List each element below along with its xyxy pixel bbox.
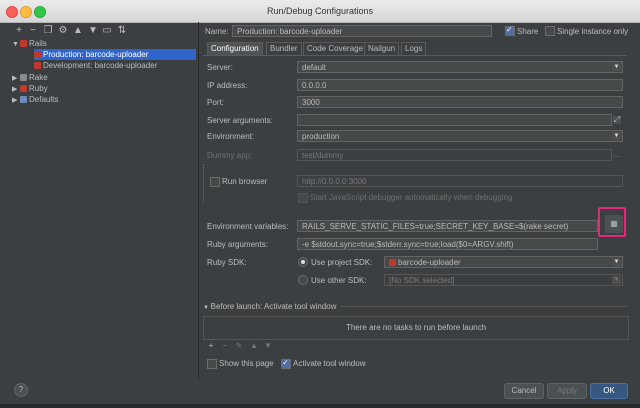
use-other-sdk-radio[interactable] — [298, 275, 308, 285]
expand-icon[interactable]: ⤢ — [613, 116, 621, 124]
run-browser-label: Run browser — [222, 177, 268, 186]
tab-nailgun[interactable]: Nailgun — [364, 42, 400, 55]
share-checkbox[interactable]: ✓ — [505, 25, 515, 36]
tab-underline — [203, 55, 627, 56]
tree-item-ruby[interactable]: ▶ Ruby — [12, 83, 48, 94]
port-field[interactable]: 3000 — [297, 96, 623, 108]
ruby-sdk-label: Ruby SDK: — [207, 258, 247, 267]
use-other-sdk-label: Use other SDK: — [311, 276, 367, 285]
dummy-app-field: test/dummy — [297, 149, 612, 161]
configuration-tree: ▼ Rails Production: barcode-uploader Deve… — [12, 36, 196, 326]
tree-item-label: Defaults — [29, 95, 59, 104]
chevron-down-icon[interactable]: ▼ — [12, 39, 20, 50]
edit-icon: ✎ — [235, 341, 243, 350]
ruby-icon — [20, 85, 27, 92]
chevron-down-icon: ▼ — [612, 132, 621, 140]
project-sdk-select[interactable]: barcode-uploader ▼ — [384, 256, 623, 268]
before-launch-title[interactable]: ▼ Before launch: Activate tool window — [203, 302, 336, 311]
apply-button[interactable]: Apply — [547, 383, 587, 399]
tree-item-rails[interactable]: ▼ Rails — [12, 38, 47, 49]
chevron-down-icon: ▼ — [203, 305, 211, 311]
browse-icon: … — [613, 150, 621, 159]
run-browser-url-field: http://0.0.0.0:3000 — [297, 175, 623, 187]
name-field[interactable]: Production: barcode-uploader — [232, 25, 492, 37]
tab-logs[interactable]: Logs — [401, 42, 427, 55]
tree-item-defaults[interactable]: ▶ Defaults — [12, 94, 58, 105]
before-launch-title-text: Before launch: Activate tool window — [210, 302, 337, 311]
ruby-icon — [389, 259, 396, 266]
show-page-checkbox[interactable] — [207, 359, 217, 369]
environment-value: production — [302, 132, 340, 141]
tree-item-label: Rake — [29, 73, 48, 82]
activate-tool-label: Activate tool window — [293, 359, 366, 368]
rails-icon — [34, 62, 41, 69]
tab-bundler[interactable]: Bundler — [266, 42, 302, 55]
run-browser-checkbox[interactable] — [210, 177, 220, 187]
window-title: Run/Debug Configurations — [266, 6, 374, 16]
server-select[interactable]: default ▼ — [297, 61, 623, 73]
use-project-sdk-radio[interactable] — [298, 257, 308, 267]
chevron-down-icon: ▼ — [612, 63, 621, 71]
ruby-args-field[interactable]: -e $stdout.sync=true;$stderr.sync=true;l… — [297, 238, 598, 250]
environment-label: Environment: — [207, 132, 255, 141]
tab-configuration[interactable]: Configuration — [207, 42, 263, 55]
highlight-box — [598, 207, 626, 237]
splitter[interactable] — [198, 22, 199, 380]
name-label: Name: — [205, 27, 229, 36]
single-instance-label: Single instance only — [557, 27, 629, 36]
tree-item-development[interactable]: Development: barcode-uploader — [34, 60, 157, 71]
tree-item-label: Development: barcode-uploader — [43, 61, 158, 70]
project-sdk-value: barcode-uploader — [398, 258, 461, 267]
env-vars-field[interactable]: RAILS_SERVE_STATIC_FILES=true;SECRET_KEY… — [297, 220, 598, 232]
chevron-right-icon[interactable]: ▶ — [12, 95, 20, 106]
single-instance-checkbox[interactable] — [545, 26, 555, 36]
server-value: default — [302, 63, 327, 72]
ip-label: IP address: — [207, 81, 248, 90]
activate-tool-checkbox[interactable]: ✓ — [281, 358, 291, 369]
move-up-icon: ▲ — [250, 341, 258, 350]
help-button[interactable]: ? — [14, 383, 28, 397]
before-launch-empty-text: There are no tasks to run before launch — [345, 323, 487, 332]
ok-button[interactable]: OK — [590, 383, 628, 399]
move-down-icon: ▼ — [264, 341, 272, 350]
before-launch-list: There are no tasks to run before launch — [203, 316, 629, 340]
js-debugger-label: Start JavaScript debugger automatically … — [310, 193, 513, 202]
other-sdk-select: [No SDK selected] ▼ — [384, 274, 623, 286]
server-label: Server: — [207, 63, 233, 72]
rake-icon — [20, 74, 27, 81]
server-args-label: Server arguments: — [207, 116, 273, 125]
use-project-sdk-label: Use project SDK: — [311, 258, 373, 267]
other-sdk-value: [No SDK selected] — [389, 276, 455, 285]
ruby-args-label: Ruby arguments: — [207, 240, 268, 249]
tree-item-rake[interactable]: ▶ Rake — [12, 72, 48, 83]
add-icon[interactable]: + — [207, 342, 215, 350]
grip-handle — [203, 164, 206, 204]
show-page-label: Show this page — [219, 359, 274, 368]
js-debugger-checkbox — [298, 193, 308, 203]
tree-item-label: Production: barcode-uploader — [43, 50, 149, 59]
server-args-field[interactable] — [297, 114, 612, 126]
remove-icon: − — [222, 341, 228, 350]
port-label: Port: — [207, 98, 224, 107]
chevron-down-icon: ▼ — [612, 258, 621, 266]
title-bar: Run/Debug Configurations — [0, 0, 640, 23]
tab-code-coverage[interactable]: Code Coverage — [303, 42, 368, 55]
ip-field[interactable]: 0.0.0.0 — [297, 79, 623, 91]
rails-icon — [20, 40, 27, 47]
cancel-button[interactable]: Cancel — [504, 383, 544, 399]
defaults-icon — [20, 96, 27, 103]
separator — [340, 306, 627, 307]
chevron-down-icon: ▼ — [612, 276, 621, 284]
run-debug-dialog: Run/Debug Configurations + − ❐ ⚙ ▲ ▼ ▭ ⇅… — [0, 0, 640, 404]
environment-select[interactable]: production ▼ — [297, 130, 623, 142]
tree-item-label: Rails — [29, 39, 47, 48]
tree-item-production[interactable]: Production: barcode-uploader — [34, 49, 196, 60]
share-label: Share — [517, 27, 539, 36]
rails-icon — [34, 51, 41, 58]
dummy-app-label: Dummy app: — [207, 151, 253, 160]
tree-item-label: Ruby — [29, 84, 48, 93]
env-vars-label: Environment variables: — [207, 222, 289, 231]
